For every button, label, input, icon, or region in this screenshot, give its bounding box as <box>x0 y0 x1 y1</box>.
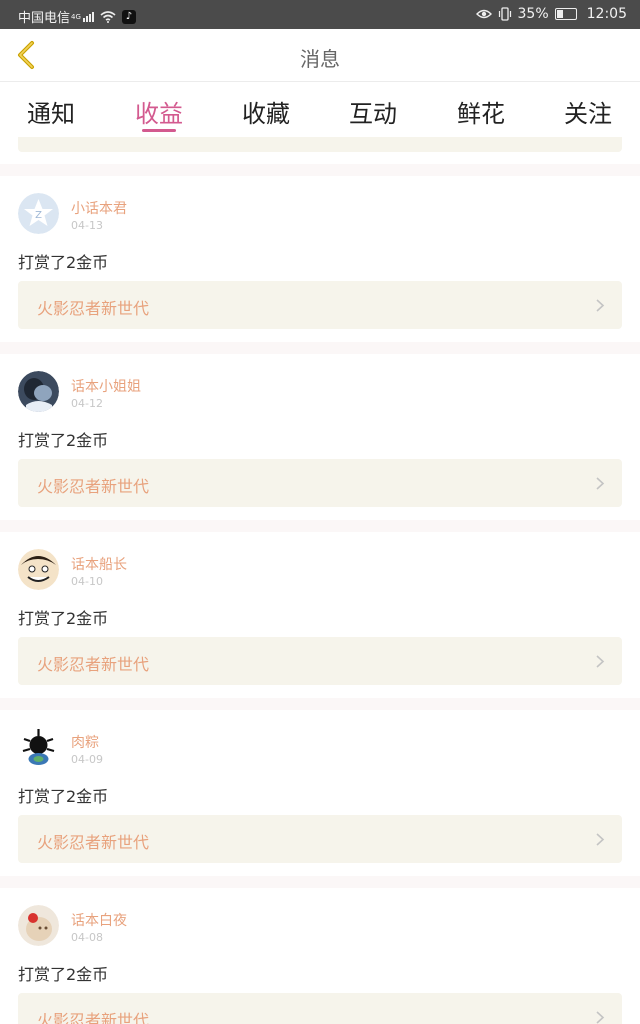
network-label: 4G <box>71 12 81 21</box>
avatar[interactable]: Z <box>18 193 59 234</box>
work-link[interactable]: 火影忍者新世代 <box>18 815 622 863</box>
chevron-right-icon <box>596 1011 605 1024</box>
tab-favorites[interactable]: 收藏 <box>226 94 306 129</box>
avatar[interactable] <box>18 549 59 590</box>
work-link[interactable]: 火影忍者新世代 <box>18 459 622 507</box>
work-title: 火影忍者新世代 <box>37 655 150 674</box>
list-item: 肉粽 04-09 打赏了2金币 火影忍者新世代 <box>0 710 640 876</box>
tab-notifications[interactable]: 通知 <box>11 94 91 129</box>
work-link[interactable]: 火影忍者新世代 <box>18 281 622 329</box>
carrier-label: 中国电信 <box>18 11 71 26</box>
tab-following[interactable]: 关注 <box>548 94 628 129</box>
list-item: 话本白夜 04-08 打赏了2金币 火影忍者新世代 <box>0 888 640 1024</box>
message-date: 04-12 <box>71 397 103 410</box>
tab-interactions[interactable]: 互动 <box>333 94 413 129</box>
chevron-right-icon <box>596 477 605 490</box>
list-item: 话本船长 04-10 打赏了2金币 火影忍者新世代 <box>0 532 640 698</box>
message-text: 打赏了2金币 <box>18 787 109 806</box>
chevron-right-icon <box>596 833 605 846</box>
eye-icon <box>475 9 492 19</box>
list-item: 话本小姐姐 04-12 打赏了2金币 火影忍者新世代 <box>0 354 640 520</box>
username[interactable]: 话本小姐姐 <box>71 376 141 396</box>
message-date: 04-08 <box>71 931 103 944</box>
message-text: 打赏了2金币 <box>18 965 109 984</box>
message-feed[interactable]: Z 小话本君 04-13 打赏了2金币 火影忍者新世代 话本小姐姐 04-12 … <box>0 137 640 1024</box>
signal-icon <box>82 11 94 22</box>
avatar[interactable] <box>18 371 59 412</box>
list-item: Z 小话本君 04-13 打赏了2金币 火影忍者新世代 <box>0 176 640 342</box>
list-item <box>0 137 640 164</box>
active-tab-indicator <box>142 129 176 132</box>
message-text: 打赏了2金币 <box>18 431 109 450</box>
status-bar: 中国电信 4G ♪ 35% 12:05 <box>0 0 640 29</box>
clock: 12:05 <box>586 6 627 22</box>
app-icon: ♪ <box>121 9 136 24</box>
battery-percent: 35% <box>517 6 549 22</box>
tab-bar: 通知 收益 收藏 互动 鲜花 关注 <box>0 82 640 137</box>
message-date: 04-10 <box>71 575 103 588</box>
work-link[interactable]: 火影忍者新世代 <box>18 637 622 685</box>
message-text: 打赏了2金币 <box>18 253 109 272</box>
battery-icon <box>554 8 577 20</box>
message-text: 打赏了2金币 <box>18 609 109 628</box>
work-link[interactable]: 火影忍者新世代 <box>18 993 622 1024</box>
message-date: 04-13 <box>71 219 103 232</box>
avatar[interactable] <box>18 905 59 946</box>
nav-bar: 消息 <box>0 29 640 82</box>
work-title: 火影忍者新世代 <box>37 299 150 318</box>
tab-flowers[interactable]: 鲜花 <box>441 94 521 129</box>
username[interactable]: 话本白夜 <box>71 910 127 930</box>
username[interactable]: 话本船长 <box>71 554 127 574</box>
work-title: 火影忍者新世代 <box>37 477 150 496</box>
avatar[interactable] <box>18 727 59 768</box>
wifi-icon <box>100 10 116 23</box>
username[interactable]: 肉粽 <box>71 732 99 752</box>
chevron-right-icon <box>596 655 605 668</box>
vibrate-icon <box>498 7 511 21</box>
message-date: 04-09 <box>71 753 103 766</box>
username[interactable]: 小话本君 <box>71 198 127 218</box>
work-title: 火影忍者新世代 <box>37 1011 150 1024</box>
page-title: 消息 <box>300 47 340 71</box>
work-title: 火影忍者新世代 <box>37 833 150 852</box>
tab-earnings[interactable]: 收益 <box>119 94 199 129</box>
chevron-right-icon <box>596 299 605 312</box>
svg-text:Z: Z <box>35 210 42 221</box>
